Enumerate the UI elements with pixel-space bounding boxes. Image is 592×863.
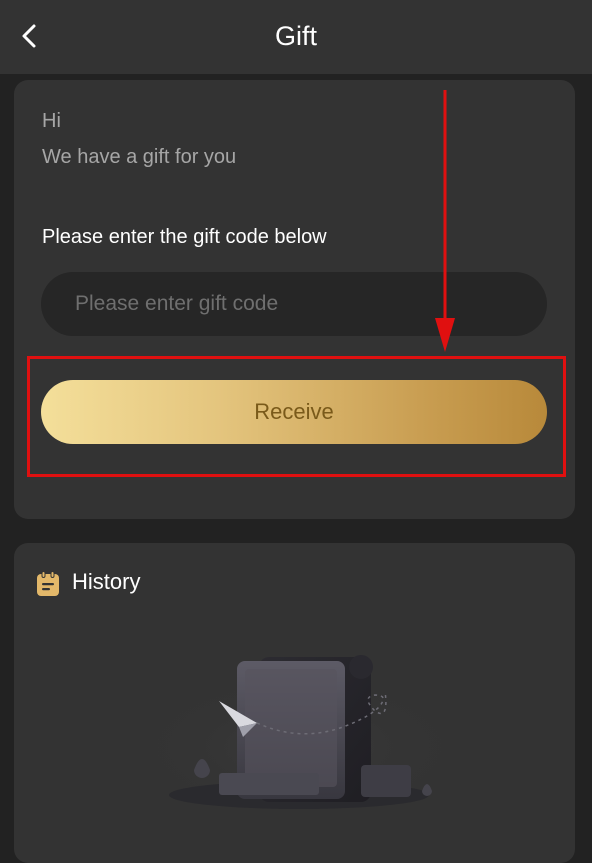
top-bar: Gift xyxy=(0,0,592,74)
receive-button[interactable]: Receive xyxy=(41,380,547,444)
clipboard-icon xyxy=(37,571,59,596)
gift-code-instruction: Please enter the gift code below xyxy=(42,226,327,248)
page-title: Gift xyxy=(274,21,317,51)
gift-code-card: Hi We have a gift for you Please enter t… xyxy=(14,80,575,519)
history-card: History xyxy=(14,543,575,863)
gift-code-input[interactable] xyxy=(41,272,547,336)
gift-subtitle: We have a gift for you xyxy=(42,146,237,168)
greeting-text: Hi xyxy=(42,110,61,132)
history-title: History xyxy=(72,569,141,594)
empty-history-illustration xyxy=(139,655,459,810)
